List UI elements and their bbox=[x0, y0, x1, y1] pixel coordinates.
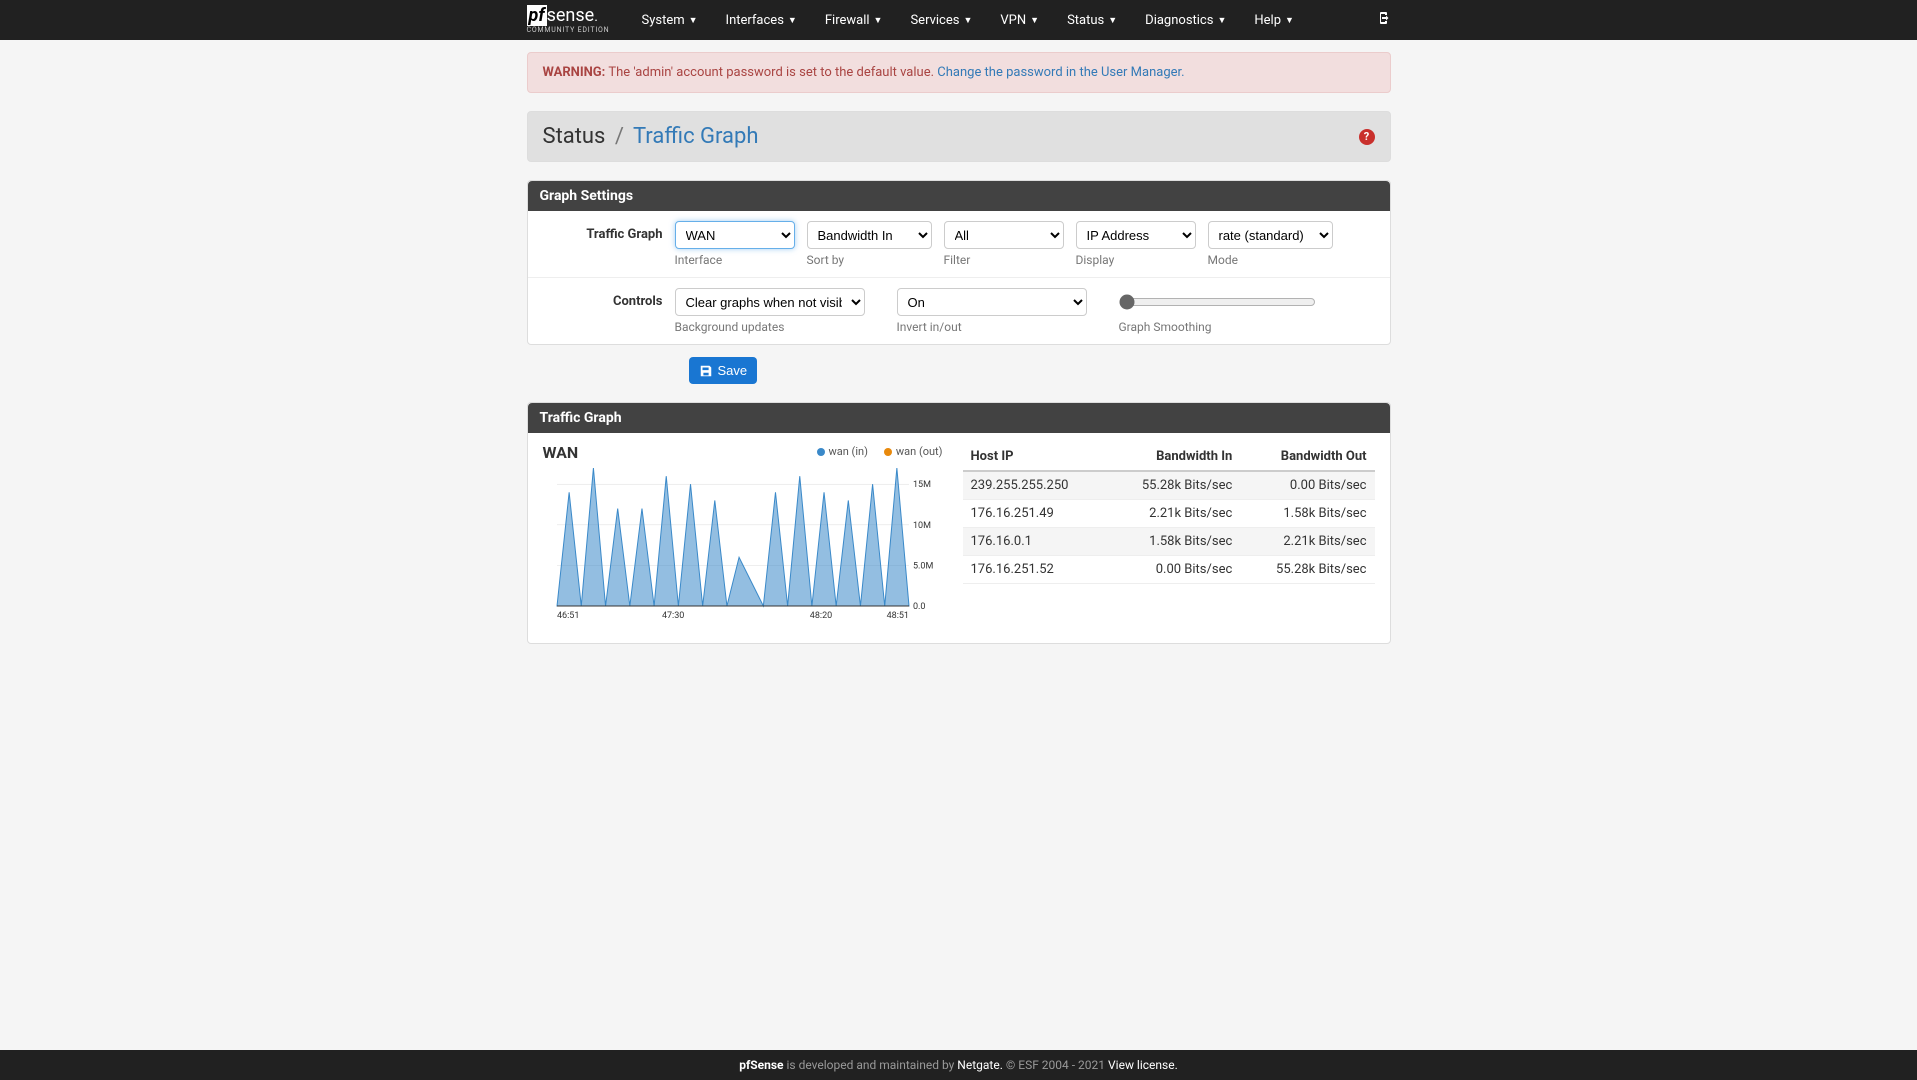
settings-header: Graph Settings bbox=[528, 181, 1390, 211]
logo[interactable]: pfsense. COMMUNITY EDITION bbox=[527, 7, 610, 34]
chevron-down-icon: ▼ bbox=[1285, 15, 1294, 26]
bg-updates-select[interactable]: Clear graphs when not visible. bbox=[675, 288, 865, 316]
save-button[interactable]: Save bbox=[689, 357, 758, 384]
th-bw-out: Bandwidth Out bbox=[1240, 443, 1374, 471]
chevron-down-icon: ▼ bbox=[963, 15, 972, 26]
svg-text:15M: 15M bbox=[913, 480, 931, 490]
legend-in: wan (in) bbox=[829, 445, 868, 458]
nav-item-vpn[interactable]: VPN▼ bbox=[986, 0, 1053, 40]
table-row: 176.16.0.11.58k Bits/sec2.21k Bits/sec bbox=[963, 528, 1375, 556]
nav-item-interfaces[interactable]: Interfaces▼ bbox=[712, 0, 811, 40]
traffic-chart: 0.0 5.0M 10M 15M 46:51 47:30 48:20 48:51 bbox=[543, 464, 943, 624]
nav-item-help[interactable]: Help▼ bbox=[1240, 0, 1308, 40]
nav-item-firewall[interactable]: Firewall▼ bbox=[811, 0, 897, 40]
footer-copy: © ESF 2004 - 2021 bbox=[1003, 1058, 1108, 1072]
chevron-down-icon: ▼ bbox=[788, 15, 797, 26]
footer-license-link[interactable]: View license. bbox=[1108, 1058, 1178, 1072]
table-row: 176.16.251.520.00 Bits/sec55.28k Bits/se… bbox=[963, 556, 1375, 584]
chart-legend: wan (in) wan (out) bbox=[817, 445, 943, 458]
footer-mid: is developed and maintained by bbox=[784, 1058, 958, 1072]
svg-text:5.0M: 5.0M bbox=[913, 561, 933, 571]
th-host: Host IP bbox=[963, 443, 1107, 471]
alert-link[interactable]: Change the password in the User Manager. bbox=[937, 65, 1184, 80]
svg-text:0.0: 0.0 bbox=[913, 602, 926, 612]
help-invert: Invert in/out bbox=[897, 320, 1087, 334]
nav-item-system[interactable]: System▼ bbox=[627, 0, 711, 40]
mode-select[interactable]: rate (standard) bbox=[1208, 221, 1333, 249]
save-button-label: Save bbox=[718, 363, 748, 378]
save-icon bbox=[699, 364, 713, 378]
svg-text:47:30: 47:30 bbox=[661, 611, 683, 621]
logo-prefix: pf bbox=[527, 5, 547, 26]
help-bg: Background updates bbox=[675, 320, 865, 334]
breadcrumb-panel: Status / Traffic Graph ? bbox=[527, 111, 1391, 162]
host-table: Host IP Bandwidth In Bandwidth Out 239.2… bbox=[963, 443, 1375, 584]
label-traffic-graph: Traffic Graph bbox=[543, 221, 675, 267]
nav-menu: System▼ Interfaces▼ Firewall▼ Services▼ … bbox=[627, 0, 1307, 40]
nav-item-status[interactable]: Status▼ bbox=[1053, 0, 1131, 40]
breadcrumb-sep: / bbox=[615, 124, 624, 149]
interface-select[interactable]: WAN bbox=[675, 221, 795, 249]
help-sort: Sort by bbox=[807, 253, 932, 267]
table-row: 239.255.255.25055.28k Bits/sec0.00 Bits/… bbox=[963, 471, 1375, 500]
help-icon[interactable]: ? bbox=[1359, 129, 1375, 145]
alert-text: The 'admin' account password is set to t… bbox=[605, 65, 937, 80]
page-title: Status / Traffic Graph bbox=[543, 124, 759, 149]
logo-main: sense bbox=[547, 5, 595, 26]
chevron-down-icon: ▼ bbox=[874, 15, 883, 26]
footer-netgate-link[interactable]: Netgate. bbox=[957, 1058, 1003, 1072]
th-bw-in: Bandwidth In bbox=[1106, 443, 1240, 471]
display-select[interactable]: IP Address bbox=[1076, 221, 1196, 249]
traffic-graph-panel: Traffic Graph WAN wan (in) wan (out) 0.0… bbox=[527, 402, 1391, 644]
breadcrumb-page[interactable]: Traffic Graph bbox=[633, 124, 759, 149]
chevron-down-icon: ▼ bbox=[1030, 15, 1039, 26]
logo-sub: COMMUNITY EDITION bbox=[527, 26, 610, 34]
chevron-down-icon: ▼ bbox=[1108, 15, 1117, 26]
nav-item-diagnostics[interactable]: Diagnostics▼ bbox=[1131, 0, 1240, 40]
svg-text:48:20: 48:20 bbox=[809, 611, 831, 621]
footer-brand: pfSense bbox=[739, 1058, 783, 1072]
help-display: Display bbox=[1076, 253, 1196, 267]
help-mode: Mode bbox=[1208, 253, 1333, 267]
help-filter: Filter bbox=[944, 253, 1064, 267]
svg-text:48:51: 48:51 bbox=[886, 611, 908, 621]
graph-header: Traffic Graph bbox=[528, 403, 1390, 433]
invert-select[interactable]: On bbox=[897, 288, 1087, 316]
table-row: 176.16.251.492.21k Bits/sec1.58k Bits/se… bbox=[963, 500, 1375, 528]
svg-text:10M: 10M bbox=[913, 521, 931, 531]
breadcrumb-root: Status bbox=[543, 124, 606, 149]
sort-select[interactable]: Bandwidth In bbox=[807, 221, 932, 249]
smoothing-slider[interactable] bbox=[1119, 294, 1316, 310]
svg-text:46:51: 46:51 bbox=[557, 611, 579, 621]
warning-alert: WARNING: The 'admin' account password is… bbox=[527, 52, 1391, 93]
chart-title: WAN bbox=[543, 443, 579, 462]
legend-dot-out bbox=[884, 448, 892, 456]
label-controls: Controls bbox=[543, 288, 675, 334]
nav-item-services[interactable]: Services▼ bbox=[896, 0, 986, 40]
top-navbar: pfsense. COMMUNITY EDITION System▼ Inter… bbox=[0, 0, 1917, 40]
help-smooth: Graph Smoothing bbox=[1119, 320, 1316, 334]
legend-dot-in bbox=[817, 448, 825, 456]
footer: pfSense is developed and maintained by N… bbox=[0, 1050, 1917, 1080]
help-interface: Interface bbox=[675, 253, 795, 267]
chevron-down-icon: ▼ bbox=[689, 15, 698, 26]
filter-select[interactable]: All bbox=[944, 221, 1064, 249]
logout-icon[interactable] bbox=[1375, 10, 1391, 30]
chevron-down-icon: ▼ bbox=[1217, 15, 1226, 26]
alert-prefix: WARNING: bbox=[543, 65, 606, 80]
legend-out: wan (out) bbox=[896, 445, 943, 458]
graph-settings-panel: Graph Settings Traffic Graph WAN Interfa… bbox=[527, 180, 1391, 345]
